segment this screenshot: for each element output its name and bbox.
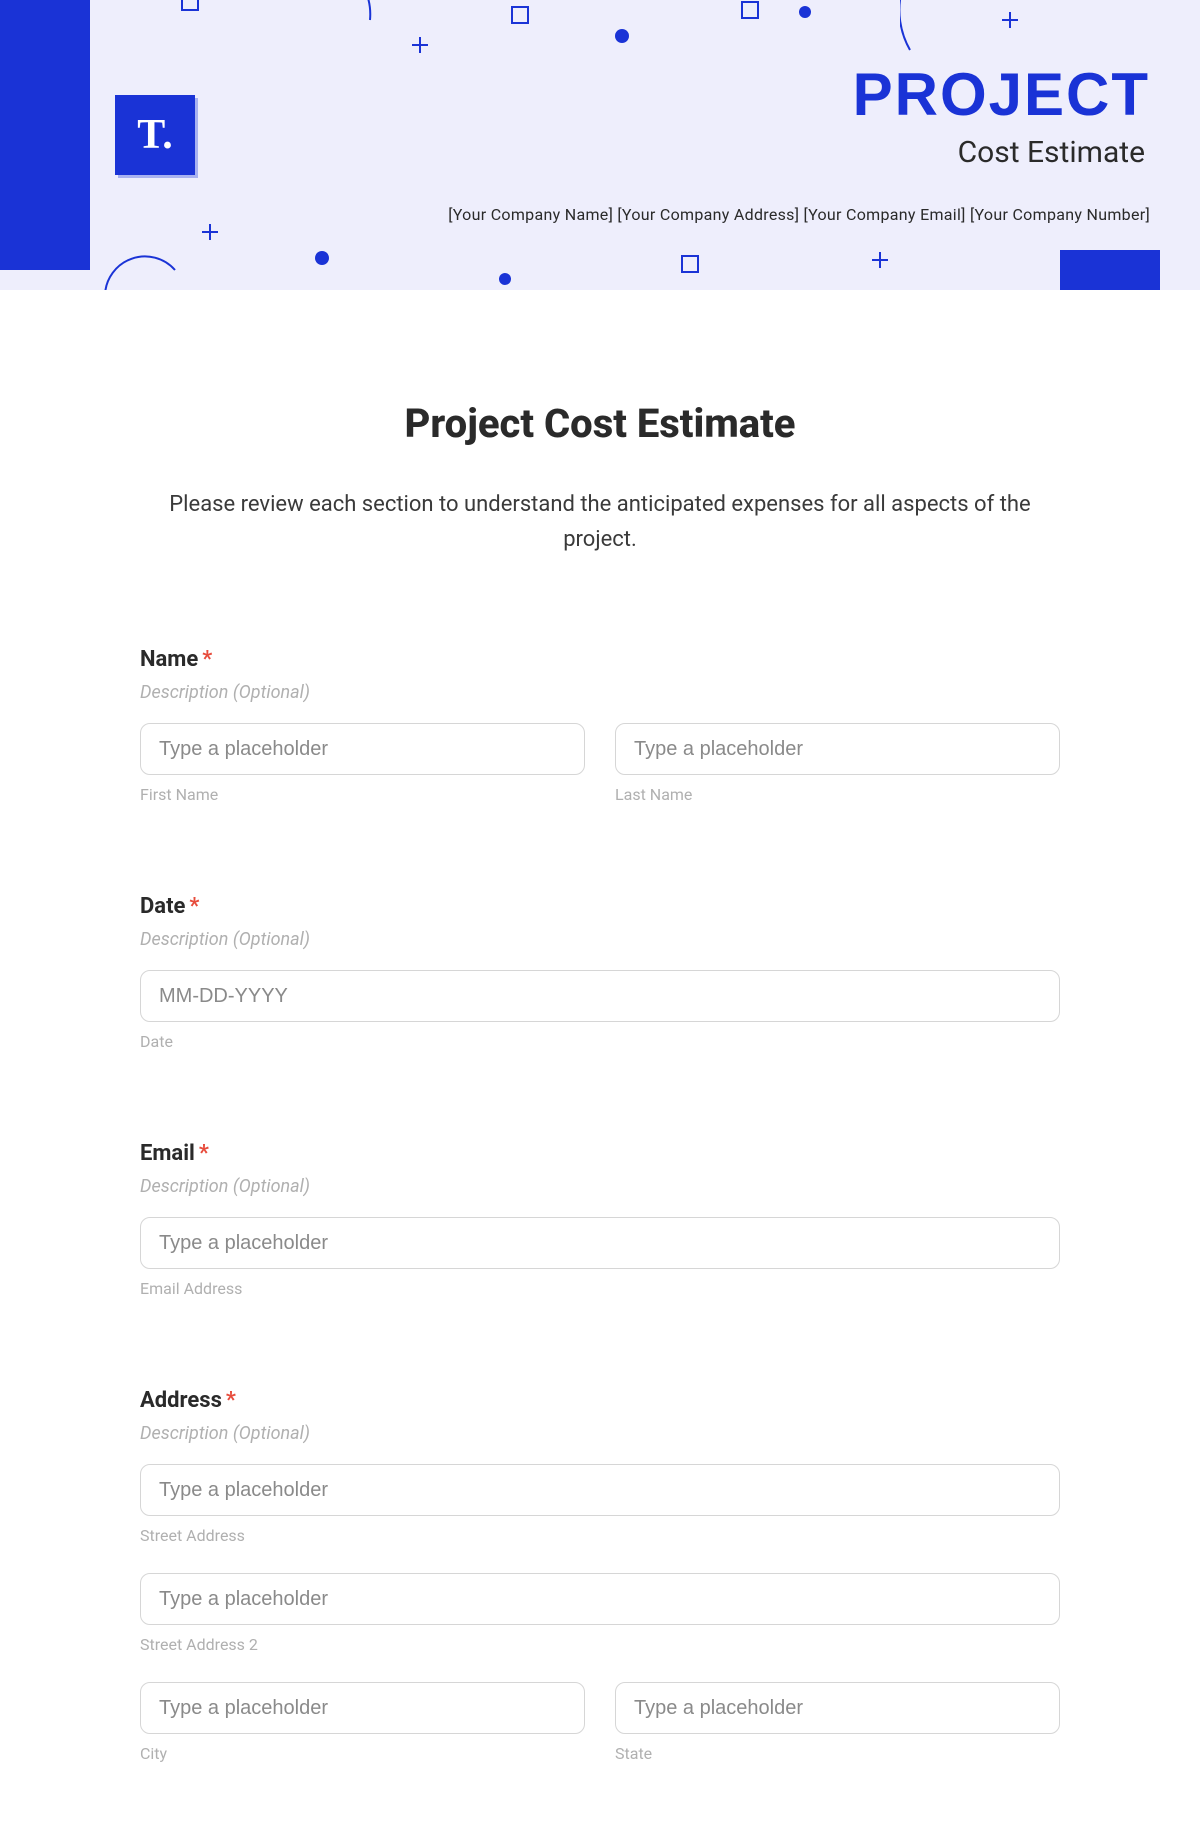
- state-sublabel: State: [615, 1744, 1060, 1763]
- required-mark: *: [189, 894, 199, 919]
- last-name-input[interactable]: [615, 723, 1060, 775]
- email-description: Description (Optional): [140, 1176, 1060, 1197]
- name-description: Description (Optional): [140, 682, 1060, 703]
- field-group-address: Address* Description (Optional) Street A…: [140, 1388, 1060, 1763]
- company-logo: T.: [115, 95, 195, 175]
- address-description: Description (Optional): [140, 1423, 1060, 1444]
- name-label: Name*: [140, 647, 1060, 672]
- field-group-email: Email* Description (Optional) Email Addr…: [140, 1141, 1060, 1298]
- required-mark: *: [202, 647, 212, 672]
- email-input[interactable]: [140, 1217, 1060, 1269]
- date-label-text: Date: [140, 894, 185, 919]
- form-container: Project Cost Estimate Please review each…: [120, 290, 1080, 1843]
- square-icon: [510, 5, 530, 25]
- field-group-date: Date* Description (Optional) Date: [140, 894, 1060, 1051]
- required-mark: *: [199, 1141, 209, 1166]
- date-description: Description (Optional): [140, 929, 1060, 950]
- banner-subtitle: Cost Estimate: [958, 135, 1145, 170]
- dot-icon: [614, 28, 630, 44]
- arc-icon: [260, 0, 380, 60]
- last-name-sublabel: Last Name: [615, 785, 1060, 804]
- arc-icon: [900, 0, 1060, 60]
- decor-block-right: [1060, 250, 1160, 290]
- email-label: Email*: [140, 1141, 1060, 1166]
- address-label: Address*: [140, 1388, 1060, 1413]
- street-address-sublabel: Street Address: [140, 1526, 1060, 1545]
- address-label-text: Address: [140, 1388, 222, 1413]
- email-label-text: Email: [140, 1141, 195, 1166]
- banner-title: PROJECT: [853, 60, 1150, 129]
- city-sublabel: City: [140, 1744, 585, 1763]
- arc-icon: [100, 240, 180, 290]
- company-placeholders: [Your Company Name] [Your Company Addres…: [448, 205, 1150, 224]
- email-sublabel: Email Address: [140, 1279, 1060, 1298]
- state-input[interactable]: [615, 1682, 1060, 1734]
- plus-icon: [1000, 10, 1020, 30]
- dot-icon: [314, 250, 330, 266]
- date-sublabel: Date: [140, 1032, 1060, 1051]
- street-address-input[interactable]: [140, 1464, 1060, 1516]
- template-banner: T. PROJECT Cost Estimate [Your Company N…: [0, 0, 1200, 290]
- plus-icon: [410, 35, 430, 55]
- decor-block-left: [0, 0, 90, 270]
- form-intro-text: Please review each section to understand…: [140, 487, 1060, 557]
- field-group-name: Name* Description (Optional) First Name …: [140, 647, 1060, 804]
- name-label-text: Name: [140, 647, 198, 672]
- square-icon: [740, 0, 760, 20]
- city-input[interactable]: [140, 1682, 585, 1734]
- square-icon: [680, 254, 700, 274]
- plus-icon: [200, 222, 220, 242]
- page-title: Project Cost Estimate: [140, 400, 1060, 447]
- street-address-2-sublabel: Street Address 2: [140, 1635, 1060, 1654]
- dot-icon: [498, 272, 512, 286]
- first-name-sublabel: First Name: [140, 785, 585, 804]
- date-input[interactable]: [140, 970, 1060, 1022]
- square-icon: [180, 0, 200, 12]
- street-address-2-input[interactable]: [140, 1573, 1060, 1625]
- required-mark: *: [226, 1388, 236, 1413]
- date-label: Date*: [140, 894, 1060, 919]
- plus-icon: [870, 250, 890, 270]
- first-name-input[interactable]: [140, 723, 585, 775]
- dot-icon: [798, 5, 812, 19]
